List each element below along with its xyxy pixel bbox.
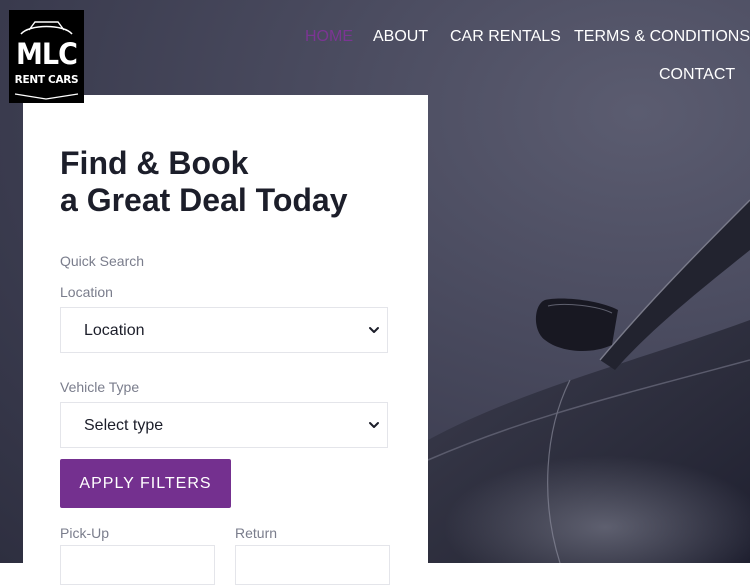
nav-about[interactable]: ABOUT [373,27,428,47]
headline-line-2: a Great Deal Today [60,182,348,218]
return-date-input[interactable] [235,545,390,585]
nav-home[interactable]: HOME [305,27,353,47]
nav-terms[interactable]: TERMS & CONDITIONS [574,27,750,47]
search-panel: Find & Book a Great Deal Today Quick Sea… [23,95,428,585]
vehicle-type-label: Vehicle Type [60,379,140,395]
logo-subtitle: RENT CARS [14,74,79,86]
vehicle-type-select[interactable]: Select type [60,402,388,448]
nav-contact[interactable]: CONTACT [659,65,735,85]
apply-filters-button[interactable]: APPLY FILTERS [60,459,231,508]
headline-line-1: Find & Book [60,145,249,181]
location-value: Location [84,322,145,339]
nav-car-rentals[interactable]: CAR RENTALS [450,27,561,47]
vehicle-type-value: Select type [84,417,164,434]
logo-title: MLC [16,37,78,72]
main-nav: HOME ABOUT CAR RENTALS TERMS & CONDITION… [290,0,750,100]
return-label: Return [235,525,278,541]
page-title: Find & Book a Great Deal Today [60,145,348,219]
location-label: Location [60,284,113,300]
chevron-down-icon [369,327,379,333]
pickup-date-input[interactable] [60,545,215,585]
brand-logo[interactable]: MLC RENT CARS [9,10,84,103]
pickup-label: Pick-Up [60,525,110,541]
quick-search-label: Quick Search [60,253,145,269]
chevron-down-icon [369,422,379,428]
location-select[interactable]: Location [60,307,388,353]
